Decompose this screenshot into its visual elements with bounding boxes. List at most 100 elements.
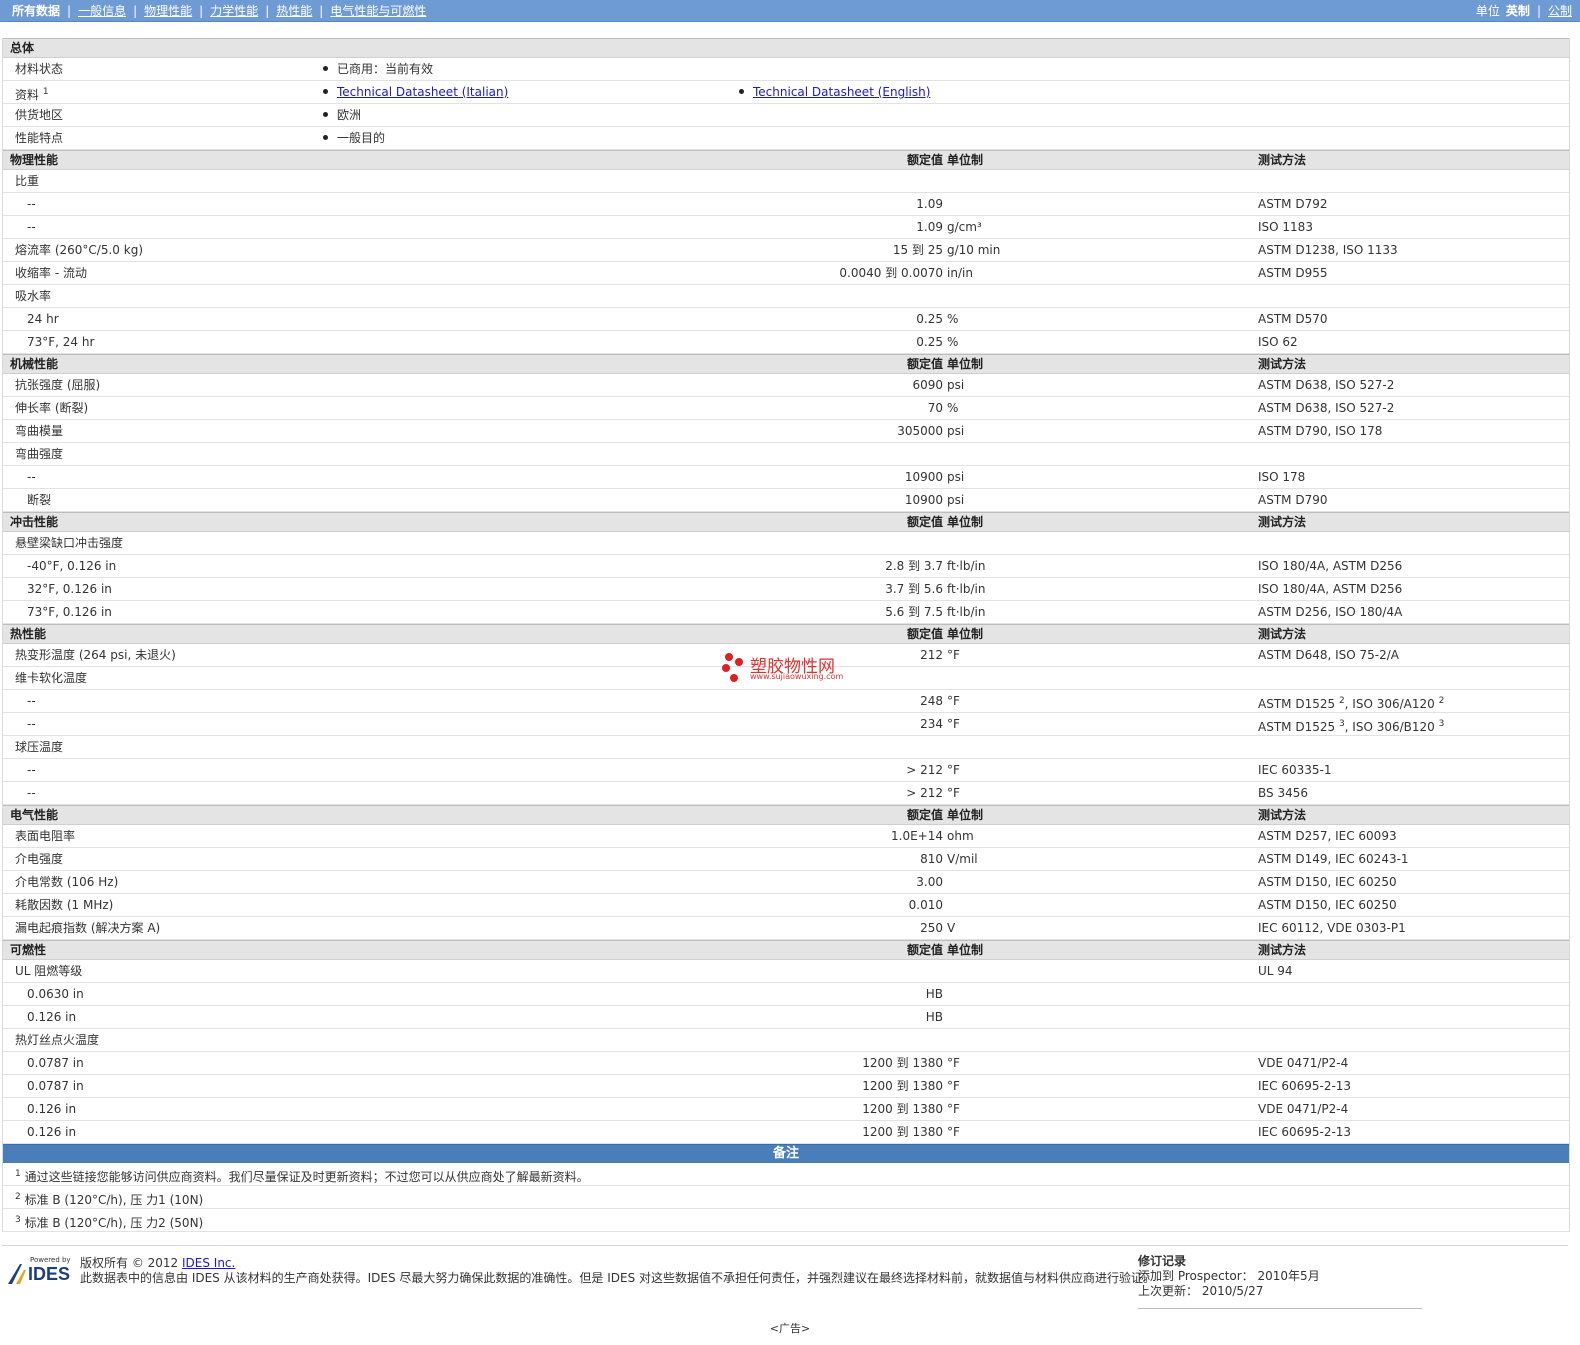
- row-method: ASTM D1238, ISO 1133: [1258, 243, 1398, 257]
- table-row: -- 1.09 g/cm³ ISO 1183: [3, 216, 1569, 239]
- row-label: 弯曲强度: [15, 447, 64, 461]
- row-label: 0.0787 in: [27, 1056, 84, 1070]
- nav-separator: |: [67, 3, 72, 18]
- row-method: ASTM D150, IEC 60250: [1258, 875, 1397, 889]
- row-method: ISO 178: [1258, 470, 1306, 484]
- nav-physical[interactable]: 物理性能: [144, 2, 192, 19]
- row-unit: °F: [947, 648, 960, 662]
- section-thermal: 热性能 额定值 单位制 测试方法: [3, 624, 1569, 644]
- row-method: ASTM D790, ISO 178: [1258, 424, 1383, 438]
- row-unit: %: [947, 401, 959, 415]
- table-row: 伸长率 (断裂) 70 % ASTM D638, ISO 527-2: [3, 397, 1569, 420]
- row-unit: ohm: [947, 829, 974, 843]
- row-label: 断裂: [27, 493, 52, 507]
- row-label: 供货地区: [15, 108, 64, 122]
- row-label: 0.126 in: [27, 1010, 77, 1024]
- header-method: 测试方法: [1258, 153, 1307, 167]
- row-unit: psi: [947, 378, 965, 392]
- table-row: 24 hr 0.25 % ASTM D570: [3, 308, 1569, 331]
- row-value: 1200 到 1380: [862, 1079, 943, 1093]
- table-row: 断裂 10900 psi ASTM D790: [3, 489, 1569, 512]
- unit-imperial[interactable]: 英制: [1506, 2, 1530, 19]
- table-row: -40°F, 0.126 in 2.8 到 3.7 ft·lb/in ISO 1…: [3, 555, 1569, 578]
- row-value: 已商用：当前有效: [323, 58, 433, 80]
- logo-powered-by: Powered by: [30, 1256, 71, 1264]
- row-method: ASTM D955: [1258, 266, 1328, 280]
- row-label: 32°F, 0.126 in: [27, 582, 112, 596]
- nav-separator: |: [265, 3, 270, 18]
- row-value: HB: [925, 987, 943, 1001]
- footnote-ref: 1: [42, 87, 49, 97]
- section-flammability: 可燃性 额定值 单位制 测试方法: [3, 940, 1569, 960]
- row-unit: V: [947, 921, 956, 935]
- table-row: -- 10900 psi ISO 178: [3, 466, 1569, 489]
- row-unit: psi: [947, 470, 965, 484]
- row-label: 伸长率 (断裂): [15, 401, 89, 415]
- row-value: 一般目的: [323, 127, 385, 149]
- row-label: 维卡软化温度: [15, 671, 88, 685]
- row-label: 材料状态: [15, 62, 64, 76]
- datasheet-italian-link[interactable]: Technical Datasheet (Italian): [337, 85, 508, 99]
- row-method: ASTM D149, IEC 60243-1: [1258, 852, 1409, 866]
- row-method: ISO 1183: [1258, 220, 1313, 234]
- bullet-icon: [323, 135, 328, 140]
- section-title: 电气性能: [10, 808, 59, 822]
- revision-title: 修订记录: [1138, 1254, 1187, 1268]
- row-value: 1200 到 1380: [862, 1056, 943, 1070]
- row-label: 热变形温度 (264 psi, 未退火): [15, 648, 176, 662]
- nav-mechanical[interactable]: 力学性能: [210, 2, 258, 19]
- row-unit: ft·lb/in: [947, 582, 986, 596]
- header-value: 额定值: [906, 153, 943, 167]
- header-unit: 单位制: [947, 357, 984, 371]
- row-method: IEC 60335-1: [1258, 763, 1332, 777]
- row-unit: %: [947, 312, 959, 326]
- row-label: 73°F, 0.126 in: [27, 605, 112, 619]
- row-method: ASTM D150, IEC 60250: [1258, 898, 1397, 912]
- row-method: ASTM D570: [1258, 312, 1328, 326]
- nav-all-data[interactable]: 所有数据: [12, 2, 60, 19]
- row-value: 5.6 到 7.5: [885, 605, 943, 619]
- table-row: -- > 212 °F BS 3456: [3, 782, 1569, 805]
- row-method: ASTM D648, ISO 75-2/A: [1258, 648, 1399, 662]
- table-row: 73°F, 0.126 in 5.6 到 7.5 ft·lb/in ASTM D…: [3, 601, 1569, 624]
- unit-metric[interactable]: 公制: [1548, 2, 1572, 19]
- advertisement-label: <广告>: [769, 1322, 811, 1335]
- table-row: -- 248 °F ASTM D1525 2, ISO 306/A120 2: [3, 690, 1569, 713]
- row-value: 15 到 25: [892, 243, 943, 257]
- table-row: 热灯丝点火温度: [3, 1029, 1569, 1052]
- table-row: 比重: [3, 170, 1569, 193]
- section-title: 机械性能: [10, 357, 59, 371]
- table-row: 悬壁梁缺口冲击强度: [3, 532, 1569, 555]
- note-item: 3 标准 B (120°C/h), 压 力2 (50N): [3, 1209, 1569, 1232]
- row-label: UL 阻燃等级: [15, 964, 83, 978]
- section-general: 总体: [3, 38, 1569, 58]
- table-row: 0.0787 in 1200 到 1380 °F IEC 60695-2-13: [3, 1075, 1569, 1098]
- ides-logo-icon: [8, 1264, 26, 1284]
- row-label: 比重: [15, 174, 40, 188]
- row-label: --: [27, 470, 36, 484]
- row-value: 305000: [897, 424, 943, 438]
- table-row: UL 阻燃等级 UL 94: [3, 960, 1569, 983]
- table-row: 吸水率: [3, 285, 1569, 308]
- bullet-icon: [323, 66, 328, 71]
- table-row: 弯曲强度: [3, 443, 1569, 466]
- row-label: 耗散因数 (1 MHz): [15, 898, 114, 912]
- note-text: 2 标准 B (120°C/h), 压 力1 (10N): [15, 1192, 204, 1207]
- row-value: 212: [920, 648, 943, 662]
- row-method: ASTM D1525 2, ISO 306/A120 2: [1258, 696, 1445, 711]
- row-value: 810: [920, 852, 943, 866]
- row-label: 熔流率 (260°C/5.0 kg): [15, 243, 143, 257]
- datasheet-english-link[interactable]: Technical Datasheet (English): [753, 85, 930, 99]
- row-label: 介电常数 (106 Hz): [15, 875, 119, 889]
- row-value: 1200 到 1380: [862, 1125, 943, 1139]
- header-value: 额定值: [906, 808, 943, 822]
- ides-link[interactable]: IDES Inc.: [182, 1256, 235, 1270]
- nav-thermal[interactable]: 热性能: [276, 2, 312, 19]
- row-method: ISO 180/4A, ASTM D256: [1258, 559, 1403, 573]
- table-row: -- > 212 °F IEC 60335-1: [3, 759, 1569, 782]
- row-value: 0.0040 到 0.0070: [839, 266, 943, 280]
- nav-general-info[interactable]: 一般信息: [78, 2, 126, 19]
- watermark: 塑胶物性网 www.sujiaowuxing.com: [720, 652, 860, 686]
- nav-electrical-flammability[interactable]: 电气性能与可燃性: [330, 2, 426, 19]
- row-value: 2.8 到 3.7: [885, 559, 943, 573]
